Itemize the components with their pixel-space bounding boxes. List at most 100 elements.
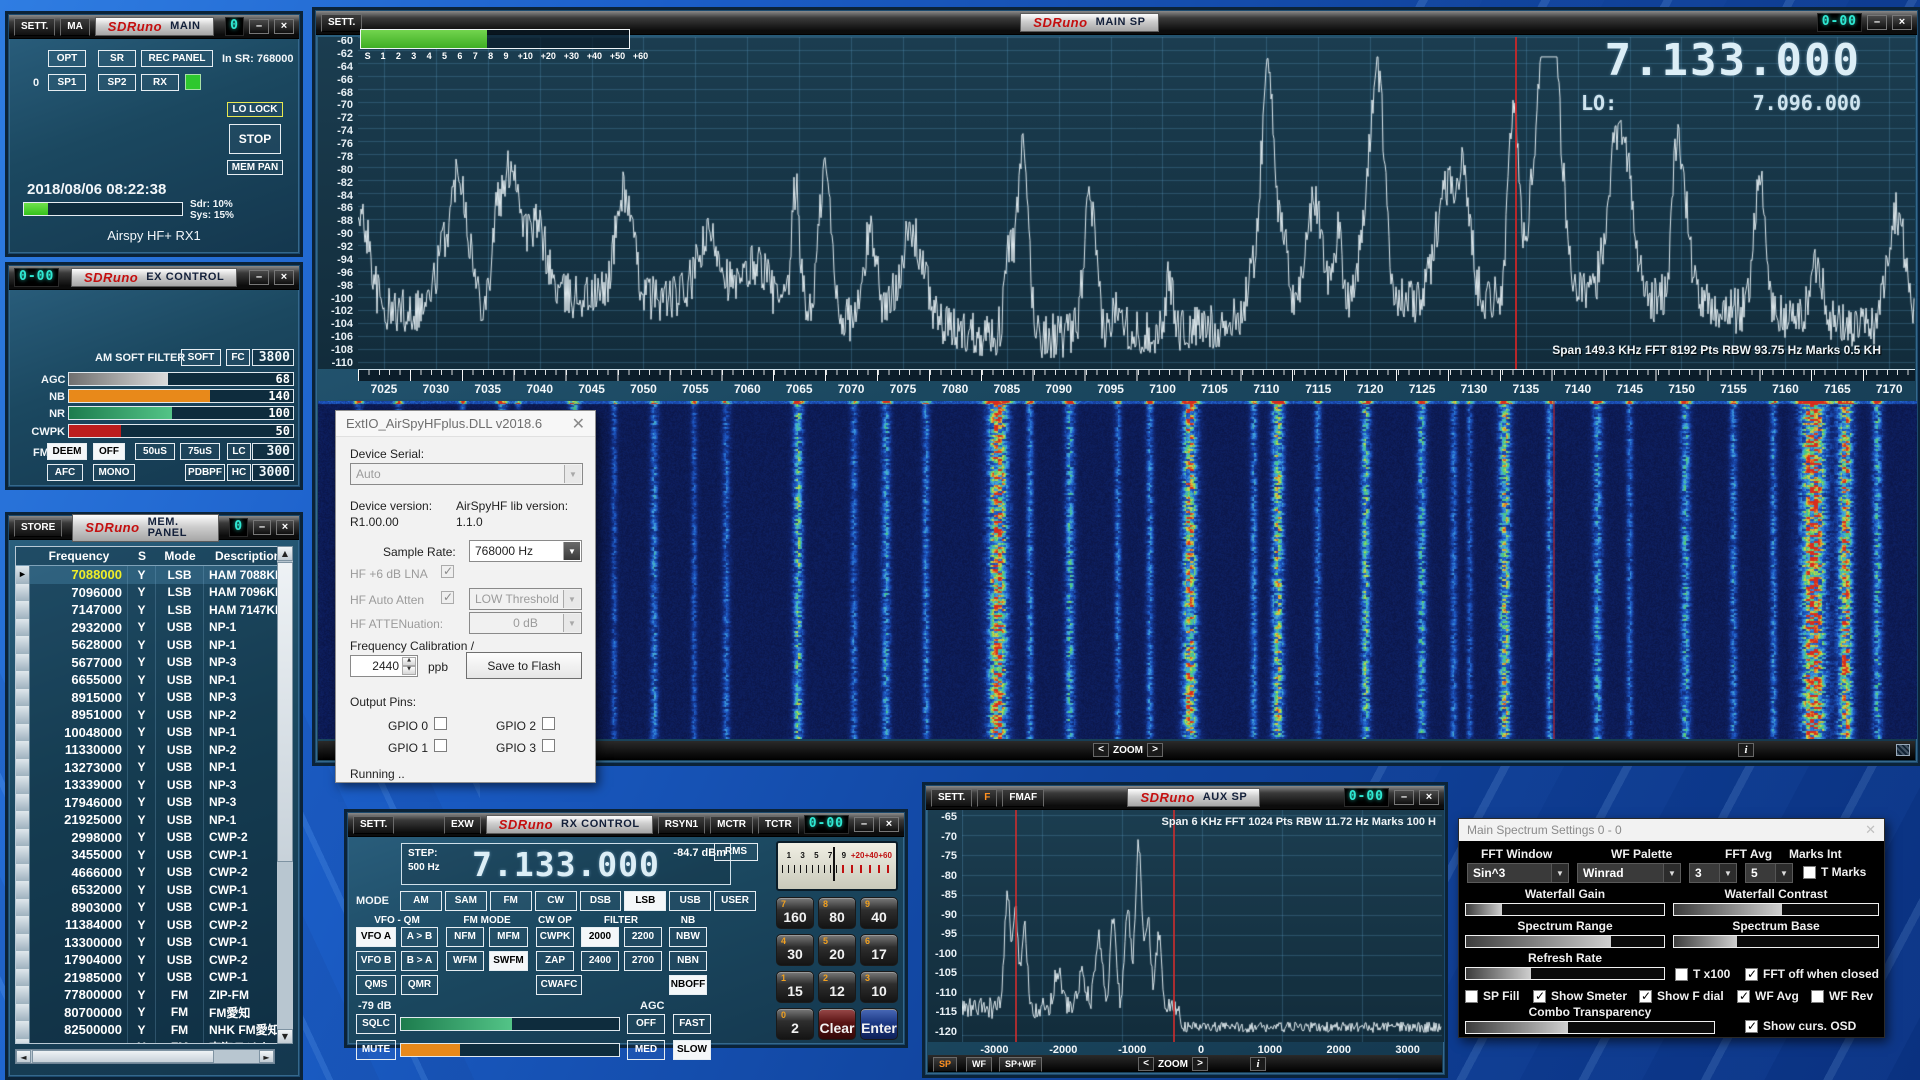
nfm-button[interactable]: NFM: [446, 927, 484, 947]
table-row[interactable]: 3455000YUSBCWP-1: [16, 846, 292, 864]
keypad-6-button[interactable]: 617: [860, 934, 898, 966]
rec-panel-button[interactable]: REC PANEL: [141, 50, 213, 67]
waterfall-gain-slider[interactable]: [1465, 903, 1665, 916]
ma-button[interactable]: MA: [60, 18, 90, 36]
nb-slider[interactable]: 140: [68, 389, 294, 403]
aux-spectrum-canvas[interactable]: [962, 810, 1442, 1042]
zap-button[interactable]: ZAP: [536, 951, 574, 971]
table-row[interactable]: 6532000YUSBCWP-1: [16, 881, 292, 899]
filter-2400-button[interactable]: 2400: [581, 951, 619, 971]
fc-button[interactable]: FC: [226, 349, 250, 366]
sp1-button[interactable]: SP1: [48, 74, 86, 91]
opt-button[interactable]: OPT: [48, 50, 86, 67]
filter-2000-button[interactable]: 2000: [581, 927, 619, 947]
close-icon[interactable]: ✕: [572, 416, 585, 432]
sp2-button[interactable]: SP2: [98, 74, 136, 91]
close-button[interactable]: ×: [1419, 790, 1439, 805]
mode-user-button[interactable]: USER: [714, 891, 756, 911]
spectrum-canvas[interactable]: [358, 37, 1915, 369]
rsyn1-button[interactable]: RSYN1: [658, 816, 705, 834]
lna-checkbox[interactable]: [441, 565, 454, 578]
cwpk-slider[interactable]: 50: [68, 424, 294, 438]
soft-button[interactable]: SOFT: [181, 349, 221, 366]
swfm-button[interactable]: SWFM: [489, 951, 528, 971]
aux-spectrum-plot[interactable]: -65-70-75-80-85-90-95-100-105-110-115-12…: [928, 810, 1444, 1042]
spectrum-base-slider[interactable]: [1673, 935, 1879, 948]
table-row[interactable]: 80700000YFMFM愛知: [16, 1004, 292, 1022]
horizontal-scrollbar[interactable]: ◄ ►: [15, 1049, 275, 1064]
agc-slow-button[interactable]: SLOW: [673, 1040, 711, 1060]
table-row[interactable]: 4666000YUSBCWP-2: [16, 864, 292, 882]
minimize-button[interactable]: –: [249, 270, 269, 285]
spectrum-plot[interactable]: -60-62-64-66-68-70-72-74-76-78-80-82-84-…: [318, 37, 1915, 369]
vfo-a-button[interactable]: VFO A: [356, 927, 396, 947]
mode-usb-button[interactable]: USB: [669, 891, 711, 911]
close-icon[interactable]: ✕: [1865, 824, 1876, 837]
close-button[interactable]: ×: [879, 817, 899, 832]
minimize-button[interactable]: –: [249, 19, 269, 34]
stop-button[interactable]: STOP: [229, 124, 281, 154]
volume-slider[interactable]: [400, 1043, 620, 1057]
table-row[interactable]: 11330000YUSBNP-2: [16, 741, 292, 759]
calibration-spinner[interactable]: 2440 ▲▼: [350, 655, 418, 677]
pdbpf-button[interactable]: PDBPF: [185, 464, 225, 481]
tctr-button[interactable]: TCTR: [758, 816, 799, 834]
agc-fast-button[interactable]: FAST: [673, 1014, 711, 1034]
nbn-button[interactable]: NBN: [669, 951, 707, 971]
keypad-8-button[interactable]: 880: [818, 897, 856, 929]
table-row[interactable]: 2932000YUSBNP-1: [16, 619, 292, 637]
close-button[interactable]: ×: [1892, 15, 1912, 30]
keypad-4-button[interactable]: 430: [776, 934, 814, 966]
auto-atten-checkbox[interactable]: [441, 591, 454, 604]
table-row[interactable]: 82500000YFMNHK FM愛知: [16, 1021, 292, 1039]
keypad-9-button[interactable]: 940: [860, 897, 898, 929]
info-button[interactable]: i: [1250, 1057, 1266, 1071]
close-button[interactable]: ×: [276, 520, 294, 535]
table-row[interactable]: 11384000YUSBCWP-2: [16, 916, 292, 934]
threshold-dropdown[interactable]: LOW Threshold▼: [469, 588, 582, 610]
table-row[interactable]: 2998000YUSBCWP-2: [16, 829, 292, 847]
spectrum-range-slider[interactable]: [1465, 935, 1665, 948]
column-frequency[interactable]: Frequency: [30, 549, 128, 563]
table-row[interactable]: 13273000YUSBNP-1: [16, 759, 292, 777]
lo-frequency-display[interactable]: LO: 7.096.000: [1581, 91, 1861, 115]
nboff-button[interactable]: NBOFF: [669, 975, 707, 995]
refresh-rate-slider[interactable]: [1465, 967, 1665, 980]
mode-lsb-button[interactable]: LSB: [624, 891, 666, 911]
minimize-button[interactable]: –: [1867, 15, 1887, 30]
keypad-5-button[interactable]: 520: [818, 934, 856, 966]
keypad-7-button[interactable]: 7160: [776, 897, 814, 929]
zoom-in-button[interactable]: >: [1192, 1057, 1208, 1071]
combo-transparency-slider[interactable]: [1465, 1021, 1715, 1034]
nr-slider[interactable]: 100: [68, 406, 294, 420]
marks-int-dropdown[interactable]: 5▼: [1745, 863, 1793, 883]
agc-med-button[interactable]: MED: [627, 1040, 665, 1060]
table-row[interactable]: 13339000YUSBNP-3: [16, 776, 292, 794]
b-to-a-button[interactable]: B > A: [401, 951, 438, 971]
agc-slider[interactable]: 68: [68, 372, 294, 386]
column-mode[interactable]: Mode: [156, 549, 204, 563]
settings-button[interactable]: SETT.: [931, 789, 972, 807]
a-to-b-button[interactable]: A > B: [401, 927, 438, 947]
mode-fm-button[interactable]: FM: [490, 891, 532, 911]
table-row[interactable]: 92900000YFM東海ラジオ: [16, 1039, 292, 1045]
table-row[interactable]: 10048000YUSBNP-1: [16, 724, 292, 742]
f-button[interactable]: F: [977, 789, 997, 807]
column-s[interactable]: S: [128, 549, 156, 563]
zoom-out-button[interactable]: <: [1138, 1057, 1154, 1071]
minimize-button[interactable]: –: [1394, 790, 1414, 805]
mem-pan-button[interactable]: MEM PAN: [227, 160, 283, 175]
table-row[interactable]: 5628000YUSBNP-1: [16, 636, 292, 654]
show-f-dial-checkbox[interactable]: [1639, 990, 1652, 1003]
table-row[interactable]: 8915000YUSBNP-3: [16, 689, 292, 707]
table-row[interactable]: 5677000YUSBNP-3: [16, 654, 292, 672]
mctr-button[interactable]: MCTR: [710, 816, 753, 834]
t-marks-checkbox[interactable]: [1803, 866, 1816, 879]
table-row[interactable]: 7147000YLSBHAM 7147KHz: [16, 601, 292, 619]
vertical-scrollbar[interactable]: ▲ ▼: [277, 546, 293, 1044]
gpio0-checkbox[interactable]: [434, 717, 447, 730]
settings-button[interactable]: SETT.: [14, 18, 55, 36]
keypad-3-button[interactable]: 310: [860, 971, 898, 1003]
deemphasis-75us-button[interactable]: 75uS: [180, 443, 220, 460]
zoom-in-button[interactable]: >: [1147, 743, 1163, 757]
